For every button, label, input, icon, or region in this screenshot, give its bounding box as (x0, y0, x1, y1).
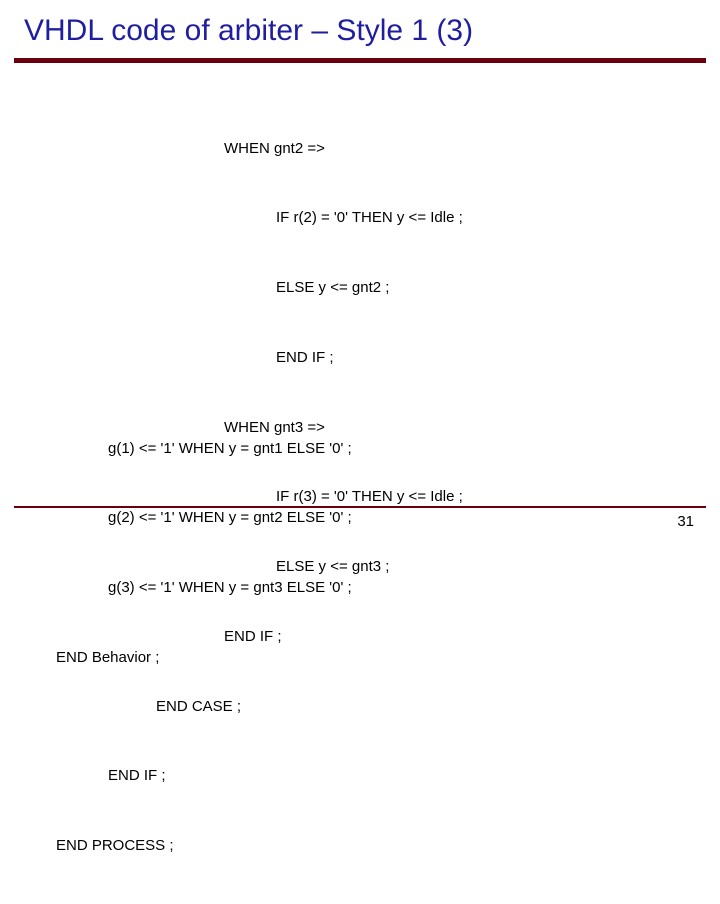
code-line: END IF ; (56, 764, 463, 787)
code-line: END IF ; (56, 346, 463, 369)
title-underline-wrap (0, 58, 720, 63)
slide-title: VHDL code of arbiter – Style 1 (3) (0, 0, 720, 54)
code-block-lower: g(1) <= '1' WHEN y = gnt1 ELSE '0' ; g(2… (56, 390, 352, 716)
code-line: END Behavior ; (56, 646, 352, 669)
title-underline (14, 58, 706, 63)
code-line: IF r(2) = '0' THEN y <= Idle ; (56, 206, 463, 229)
code-line: ELSE y <= gnt2 ; (56, 276, 463, 299)
code-line: g(1) <= '1' WHEN y = gnt1 ELSE '0' ; (56, 437, 352, 460)
slide: VHDL code of arbiter – Style 1 (3) WHEN … (0, 0, 720, 540)
page-number: 31 (677, 513, 694, 530)
code-line: g(3) <= '1' WHEN y = gnt3 ELSE '0' ; (56, 576, 352, 599)
footer-rule (14, 506, 706, 508)
code-line: END PROCESS ; (56, 834, 463, 857)
code-line: g(2) <= '1' WHEN y = gnt2 ELSE '0' ; (56, 506, 352, 529)
code-line: WHEN gnt2 => (56, 137, 463, 160)
